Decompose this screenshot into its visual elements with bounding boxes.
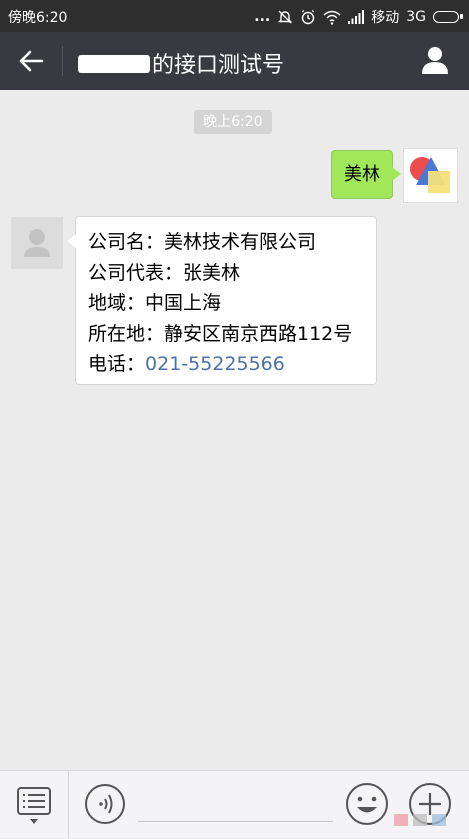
mute-icon bbox=[278, 10, 293, 24]
chat-header: 的接口测试号 bbox=[0, 32, 469, 90]
chat-title: 的接口测试号 bbox=[78, 47, 284, 79]
default-user-icon bbox=[24, 229, 50, 257]
contact-profile-icon[interactable] bbox=[419, 44, 451, 76]
company-rep-line: 公司代表：张美林 bbox=[88, 261, 241, 284]
status-bar: 傍晚6:20 ... 移动 3G bbox=[0, 0, 469, 32]
chat-title-text: 的接口测试号 bbox=[152, 53, 285, 78]
status-time: 傍晚6:20 bbox=[8, 10, 68, 26]
wifi-icon bbox=[323, 10, 341, 25]
voice-icon[interactable] bbox=[84, 783, 126, 825]
header-divider bbox=[62, 46, 63, 76]
watermark-block bbox=[413, 814, 427, 826]
shapes-avatar-icon bbox=[410, 157, 450, 193]
watermark-logo bbox=[394, 808, 458, 832]
alarm-icon bbox=[301, 9, 315, 25]
phone-link[interactable]: 021-55225566 bbox=[145, 353, 285, 375]
watermark-block bbox=[432, 814, 446, 826]
phone-label: 电话： bbox=[88, 353, 146, 375]
back-arrow-icon[interactable] bbox=[14, 46, 48, 76]
keyboard-menu-icon[interactable] bbox=[10, 783, 58, 827]
message-input[interactable] bbox=[138, 821, 333, 822]
company-info-bubble[interactable]: 公司名：美林技术有限公司 公司代表：张美林 地域：中国上海 所在地：静安区南京西… bbox=[67, 216, 377, 385]
address-line: 所在地：静安区南京西路112号 bbox=[88, 322, 353, 345]
sender-avatar[interactable] bbox=[11, 217, 63, 269]
region-line: 地域：中国上海 bbox=[88, 292, 222, 314]
watermark-block bbox=[394, 814, 408, 826]
phone-line: 电话：021-55225566 bbox=[88, 349, 376, 380]
input-bar-divider bbox=[68, 771, 69, 839]
company-name-line: 公司名：美林技术有限公司 bbox=[88, 231, 317, 253]
message-timestamp: 晚上6:20 bbox=[194, 110, 272, 134]
emoji-icon[interactable] bbox=[345, 782, 389, 826]
status-indicators: ... 移动 3G bbox=[254, 7, 463, 27]
network-type: 3G bbox=[406, 9, 426, 25]
my-message-bubble[interactable]: 美林 bbox=[331, 150, 401, 199]
signal-icon bbox=[348, 10, 365, 24]
redacted-name bbox=[78, 55, 150, 73]
carrier-name: 移动 bbox=[371, 10, 400, 26]
my-avatar[interactable] bbox=[403, 148, 458, 203]
more-dots: ... bbox=[254, 9, 271, 25]
battery-icon bbox=[433, 11, 463, 23]
